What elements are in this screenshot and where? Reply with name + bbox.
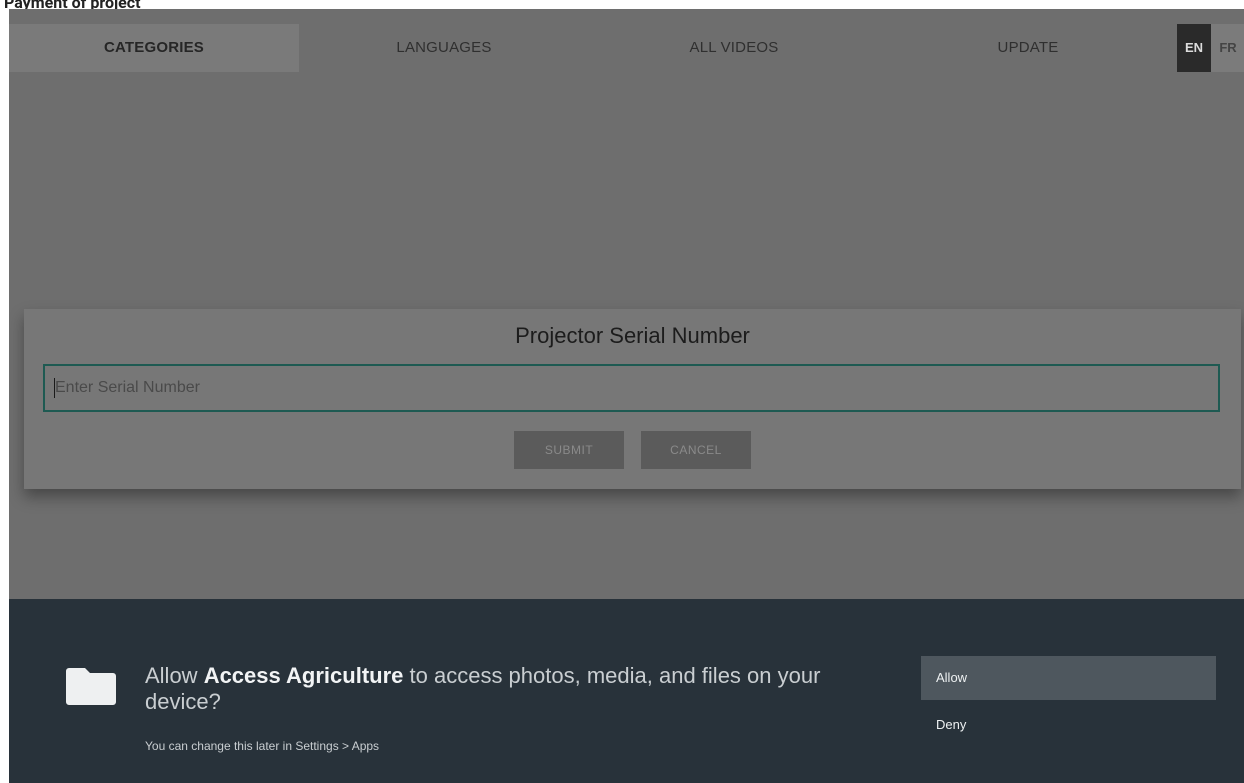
allow-button[interactable]: Allow [921,656,1216,700]
text-caret [54,378,55,398]
language-fr-button[interactable]: FR [1211,24,1244,72]
cancel-button[interactable]: CANCEL [641,431,751,469]
permission-subtext: You can change this later in Settings > … [145,739,380,753]
tab-languages[interactable]: LANGUAGES [299,24,589,72]
folder-icon [66,668,116,705]
submit-button[interactable]: SUBMIT [514,431,624,469]
permission-app-name: Access Agriculture [203,663,404,688]
tab-all-videos[interactable]: ALL VIDEOS [589,24,879,72]
serial-number-dialog: Projector Serial Number SUBMIT CANCEL [24,309,1241,489]
language-en-button[interactable]: EN [1177,24,1211,72]
permission-prefix: Allow [145,663,204,688]
permission-message: Allow Access Agriculture to access photo… [145,663,865,715]
tab-bar: CATEGORIES LANGUAGES ALL VIDEOS UPDATE [9,24,1244,72]
tab-categories[interactable]: CATEGORIES [9,24,299,72]
permission-sheet: Allow Access Agriculture to access photo… [9,599,1244,783]
app-screen: CATEGORIES LANGUAGES ALL VIDEOS UPDATE E… [9,9,1244,783]
serial-number-input[interactable] [43,364,1220,412]
dialog-title: Projector Serial Number [515,323,750,348]
tab-update[interactable]: UPDATE [879,24,1177,72]
deny-button[interactable]: Deny [921,703,1216,747]
